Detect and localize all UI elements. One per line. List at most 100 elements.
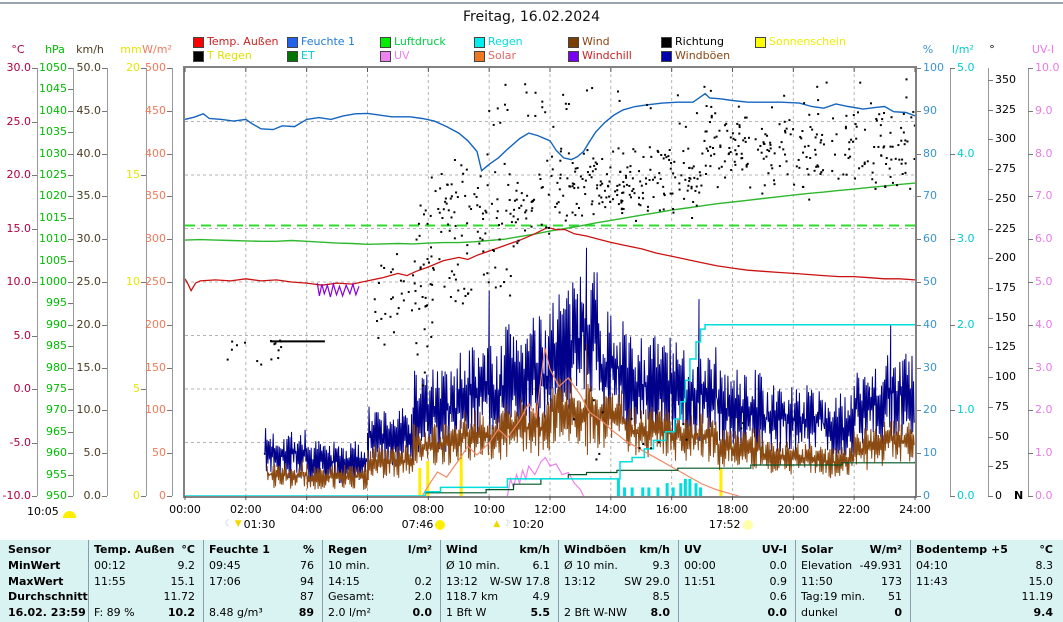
axis-label-l-m: 5.0 — [957, 61, 975, 74]
axis-tick- — [988, 228, 993, 230]
x-tick-label-0000: 00:00 — [169, 503, 201, 516]
axis-tick-uv-i — [1028, 496, 1033, 497]
axis-label-hpa: 1015 — [39, 210, 67, 224]
astro-marker-time: 07:46 — [401, 518, 434, 531]
axis-label-c: -10.0 — [2, 489, 31, 502]
axis-label-hpa: 1035 — [39, 125, 67, 139]
moon-icon: ☽ — [502, 519, 511, 529]
table-header-unit-bodentemp-5: °C — [1039, 543, 1053, 556]
table-cell-value: 0.0 — [767, 606, 788, 620]
axis-label-w-m: 150 — [145, 360, 166, 374]
table-cell-value: 0.0 — [769, 558, 788, 572]
table-cell-label: 118.7 km — [446, 590, 499, 604]
legend-swatch-solar — [474, 51, 485, 62]
table-cell-label: 1 Bft W — [446, 606, 487, 620]
table-cell-label: 17:06 — [209, 574, 241, 588]
axis-label-km-h: 5.0 — [83, 446, 102, 460]
table-cell-label: MaxWert — [8, 574, 64, 588]
table-cell-label: 13:12 — [564, 574, 596, 588]
axis-tick-c — [32, 121, 37, 123]
table-cell-label: 11:51 — [684, 574, 716, 588]
axis-tick-hpa — [68, 389, 73, 390]
axis-label-l-m: 3.0 — [957, 232, 975, 246]
axis-tick- — [988, 79, 993, 81]
legend-label-uv: UV — [394, 49, 410, 62]
astro-marker-time: 01:30 — [243, 518, 276, 531]
x-tick-label-0200: 02:00 — [229, 503, 262, 516]
axis-label-km-h: 35.0 — [76, 189, 102, 203]
table-separator — [203, 540, 204, 622]
table-cell-value: 173 — [881, 574, 902, 588]
axis-label-uv-i: 0.0 — [1035, 489, 1053, 502]
axis-tick-uv-i — [1028, 324, 1033, 326]
axis-label-c: 10.0 — [6, 275, 32, 288]
axis-label-north: N — [1014, 489, 1024, 502]
axis-tick-w-m — [167, 239, 172, 241]
table-cell-label: 00:00 — [684, 558, 716, 572]
axis-label-mm: 5 — [133, 382, 140, 395]
axis-label-: 90 — [923, 103, 937, 117]
legend-swatch-t-regen — [193, 51, 204, 62]
axis-label-hpa: 955 — [46, 467, 67, 481]
moon-icon: ☾ — [224, 519, 233, 529]
legend-label-regen: Regen — [488, 35, 523, 48]
axis-tick-uv-i — [1028, 367, 1033, 369]
axis-label-km-h: 40.0 — [76, 146, 102, 160]
table-cell-label: 16.02. 23:59 — [8, 606, 86, 620]
table-cell-label: dunkel — [801, 606, 838, 620]
axis-label-w-m: 350 — [145, 189, 166, 203]
table-header-unit-regen: l/m² — [407, 543, 432, 556]
axis-label-hpa: 975 — [46, 382, 67, 395]
table-cell-label: 2.0 l/m² — [328, 606, 371, 620]
legend-swatch-regen — [474, 37, 485, 48]
axis-label-: 100 — [995, 370, 1016, 384]
axis-label-c: 25.0 — [6, 114, 32, 128]
legend-swatch-temp-au-en — [193, 37, 204, 48]
axis-tick-km-h — [102, 196, 107, 198]
table-header-unit-feuchte-1: % — [302, 543, 314, 556]
table-cell-value: -49.931 — [859, 558, 902, 572]
x-tick-label-1600: 16:00 — [655, 503, 688, 516]
axis-tick-hpa — [68, 217, 73, 219]
table-header-temp-au-en: Temp. Außen — [94, 543, 175, 556]
axis-tick- — [988, 436, 993, 438]
axis-tick-c — [32, 228, 37, 230]
table-cell-value: W-SW 17.8 — [489, 574, 550, 588]
sunset-icon — [742, 519, 753, 530]
axis-label-uv-i: 3.0 — [1035, 360, 1053, 374]
legend-swatch-windchill — [568, 51, 579, 62]
axis-label-c: 0.0 — [13, 382, 32, 395]
table-cell-value: 6.1 — [532, 558, 551, 572]
x-tick-label-1200: 12:00 — [534, 503, 566, 516]
legend-label-windb-en: Windböen — [675, 49, 731, 62]
astro-marker-0130: ☾ ▼ 01:30 — [225, 518, 276, 531]
table-cell-label: Ø 10 min. — [446, 558, 500, 572]
astro-marker-1020: ▲ ☽ 10:20 — [493, 518, 544, 531]
table-cell-value: 10.2 — [167, 606, 195, 620]
axis-tick-mm — [141, 389, 146, 390]
table-header-unit-temp-au-en: °C — [181, 543, 195, 556]
axis-line- — [988, 68, 989, 496]
axis-label-c: 15.0 — [6, 221, 32, 235]
table-cell-value: 0 — [894, 606, 902, 620]
astro-marker-time: 17:52 — [708, 518, 741, 531]
axis-tick-w-m — [167, 410, 172, 412]
table-cell-value: 11.72 — [163, 590, 196, 604]
axis-tick-c — [32, 335, 37, 337]
axis-tick-w-m — [167, 496, 172, 497]
axis-tick- — [988, 169, 993, 171]
axis-tick-uv-i — [1028, 153, 1033, 155]
axis-tick-hpa — [68, 474, 73, 476]
axis-tick-hpa — [68, 303, 73, 305]
axis-tick-hpa — [68, 431, 73, 433]
axis-unit-km-h: km/h — [76, 43, 104, 56]
x-tick-label-0800: 08:00 — [412, 503, 445, 516]
weather-day-chart-screen: Freitag, 16.02.2024 Temp. Außen T Regen Fe… — [0, 0, 1063, 622]
axis-tick- — [988, 496, 993, 497]
legend-swatch-uv — [380, 51, 391, 62]
axis-tick-w-m — [167, 196, 172, 198]
table-cell-value: 87 — [300, 590, 314, 604]
legend-label-feuchte-1: Feuchte 1 — [301, 35, 356, 48]
axis-label-l-m: 4.0 — [957, 146, 975, 160]
axis-label-w-m: 500 — [145, 61, 166, 74]
